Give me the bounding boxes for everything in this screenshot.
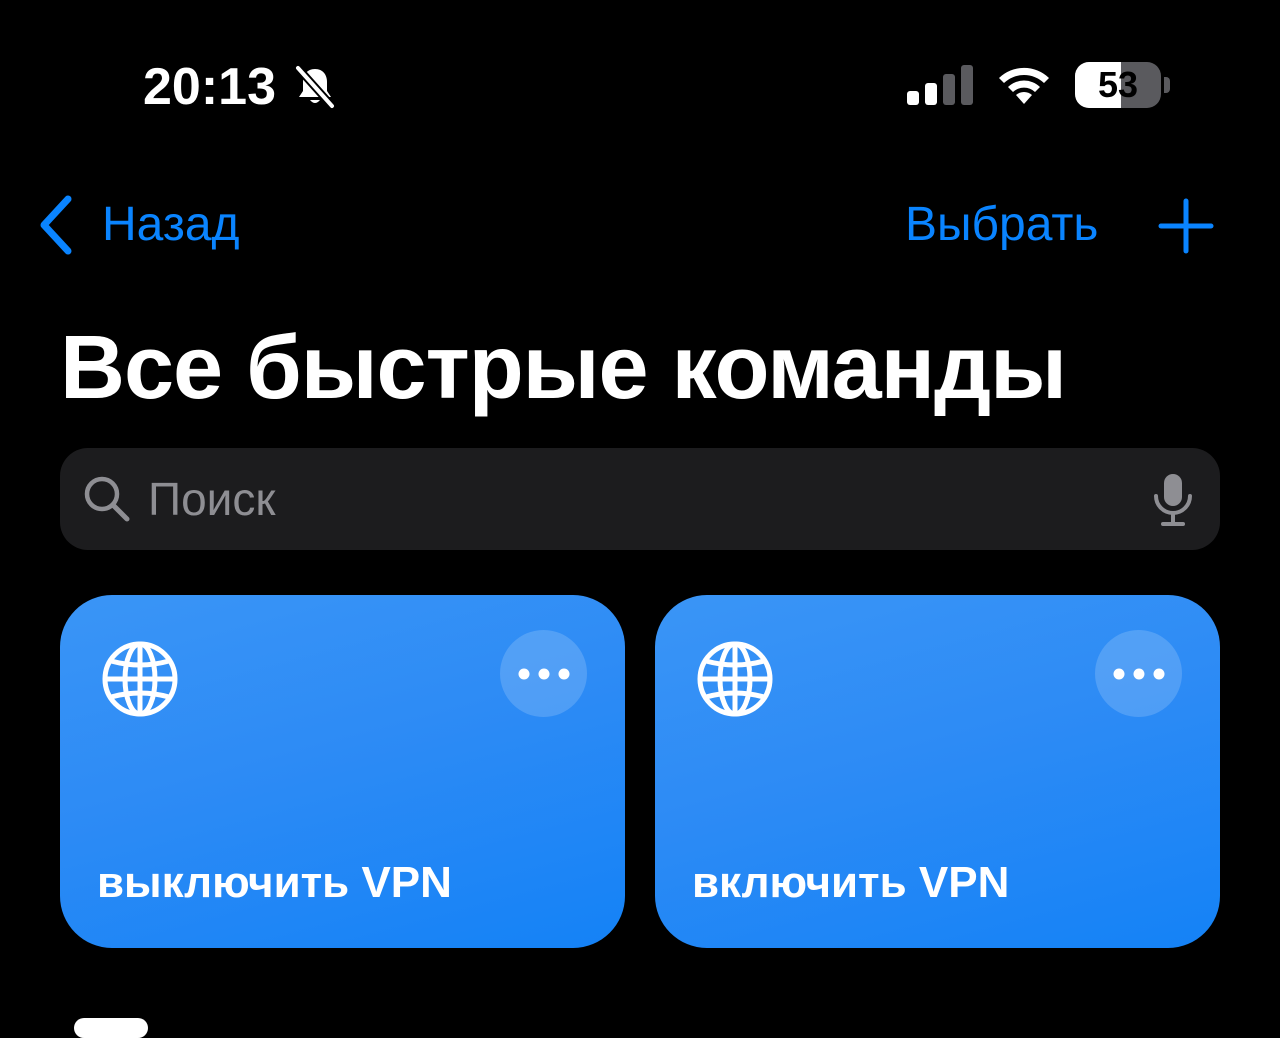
microphone-icon[interactable] xyxy=(1152,472,1194,528)
more-button[interactable] xyxy=(500,630,587,717)
plus-icon[interactable] xyxy=(1158,198,1214,254)
battery-percent: 53 xyxy=(1097,64,1139,105)
cellular-signal-icon xyxy=(907,65,973,105)
ellipsis-icon xyxy=(1113,668,1165,680)
search-bar[interactable] xyxy=(60,448,1220,550)
search-icon xyxy=(84,476,130,522)
shortcut-card[interactable]: включить VPN xyxy=(655,595,1220,948)
battery-cap xyxy=(1164,77,1170,93)
wifi-icon xyxy=(999,67,1049,104)
page-title: Все быстрые команды xyxy=(60,318,1067,418)
shortcut-card[interactable]: выключить VPN xyxy=(60,595,625,948)
chevron-left-icon xyxy=(40,195,72,255)
shortcut-title: выключить VPN xyxy=(97,858,452,907)
status-time: 20:13 xyxy=(143,58,276,116)
next-row-peek xyxy=(74,1018,148,1038)
globe-icon xyxy=(697,641,773,717)
ellipsis-icon xyxy=(518,668,570,680)
back-button-label: Назад xyxy=(102,198,240,251)
battery-body: 53 xyxy=(1075,62,1161,108)
globe-icon xyxy=(102,641,178,717)
bell-slash-icon xyxy=(294,64,336,110)
search-input[interactable] xyxy=(148,448,1108,550)
battery-indicator: 53 xyxy=(1075,62,1173,108)
select-button[interactable]: Выбрать xyxy=(905,190,1098,260)
more-button[interactable] xyxy=(1095,630,1182,717)
status-bar: 20:13 53 xyxy=(0,0,1280,170)
back-button[interactable]: Назад xyxy=(36,190,240,260)
shortcut-title: включить VPN xyxy=(692,858,1010,907)
